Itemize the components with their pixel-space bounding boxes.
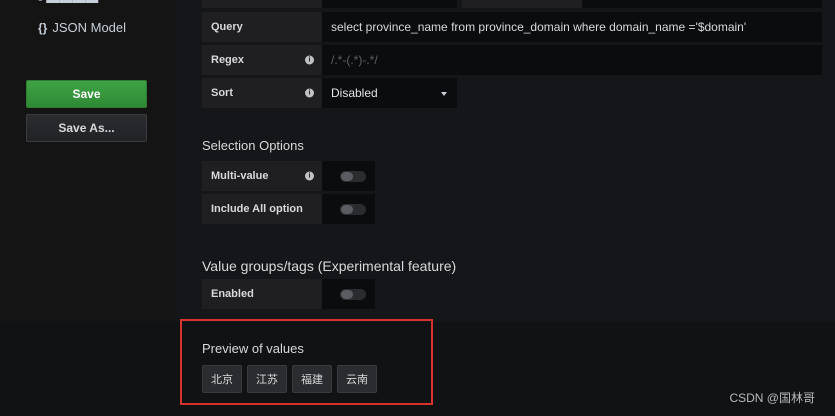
braces-icon: {} — [38, 20, 48, 35]
save-button[interactable]: Save — [26, 80, 147, 108]
sidebar-item-label: JSON Model — [52, 20, 127, 35]
enabled-toggle-cell — [322, 279, 375, 309]
multi-value-label: Multi-value i — [202, 161, 322, 191]
sort-select-value: Disabled — [331, 86, 378, 100]
regex-label-text: Regex — [211, 54, 245, 66]
regex-input[interactable]: /.*-(.*)-.*/ — [322, 45, 822, 75]
preview-title: Preview of values — [202, 341, 304, 356]
cut-row-field-2[interactable] — [582, 0, 822, 8]
preview-value-chip: 江苏 — [247, 365, 287, 393]
preview-values: 北京 江苏 福建 云南 — [202, 365, 377, 393]
sidebar-cut-item[interactable]: ▪ ▬▬▬▬ — [38, 0, 98, 6]
toggle-knob — [341, 172, 353, 181]
info-icon[interactable]: i — [305, 88, 314, 98]
watermark: CSDN @国林哥 — [729, 391, 815, 405]
sort-label-text: Sort — [211, 87, 233, 99]
sidebar-item-json-model[interactable]: {} JSON Model — [38, 20, 126, 35]
value-groups-title: Value groups/tags (Experimental feature) — [202, 258, 457, 274]
multi-value-label-text: Multi-value — [211, 170, 269, 182]
settings-sidebar: ▪ ▬▬▬▬ {} JSON Model Save Save As... — [0, 0, 176, 322]
include-all-label: Include All option — [202, 194, 322, 224]
enabled-toggle[interactable] — [340, 289, 366, 300]
multi-value-toggle[interactable] — [340, 171, 366, 182]
toggle-knob — [341, 205, 353, 214]
preview-value-chip: 福建 — [292, 365, 332, 393]
chevron-down-icon — [441, 92, 447, 96]
save-as-button[interactable]: Save As... — [26, 114, 147, 142]
include-all-toggle[interactable] — [340, 204, 366, 215]
query-label: Query — [202, 12, 322, 42]
info-icon[interactable]: i — [305, 171, 314, 181]
selection-options-title: Selection Options — [202, 138, 304, 153]
preview-value-chip: 北京 — [202, 365, 242, 393]
cut-row-field[interactable] — [322, 0, 457, 8]
sort-select[interactable]: Disabled — [322, 78, 457, 108]
query-input[interactable]: select province_name from province_domai… — [322, 12, 822, 42]
include-all-toggle-cell — [322, 194, 375, 224]
dashboard-settings: ▪ ▬▬▬▬ {} JSON Model Save Save As... Que… — [0, 0, 835, 416]
enabled-label: Enabled — [202, 279, 322, 309]
toggle-knob — [341, 290, 353, 299]
sort-label: Sort i — [202, 78, 322, 108]
cut-row-label — [202, 0, 322, 8]
multi-value-toggle-cell — [322, 161, 375, 191]
cut-row-label-2 — [462, 0, 582, 8]
regex-label: Regex i — [202, 45, 322, 75]
info-icon[interactable]: i — [305, 55, 314, 65]
preview-value-chip: 云南 — [337, 365, 377, 393]
